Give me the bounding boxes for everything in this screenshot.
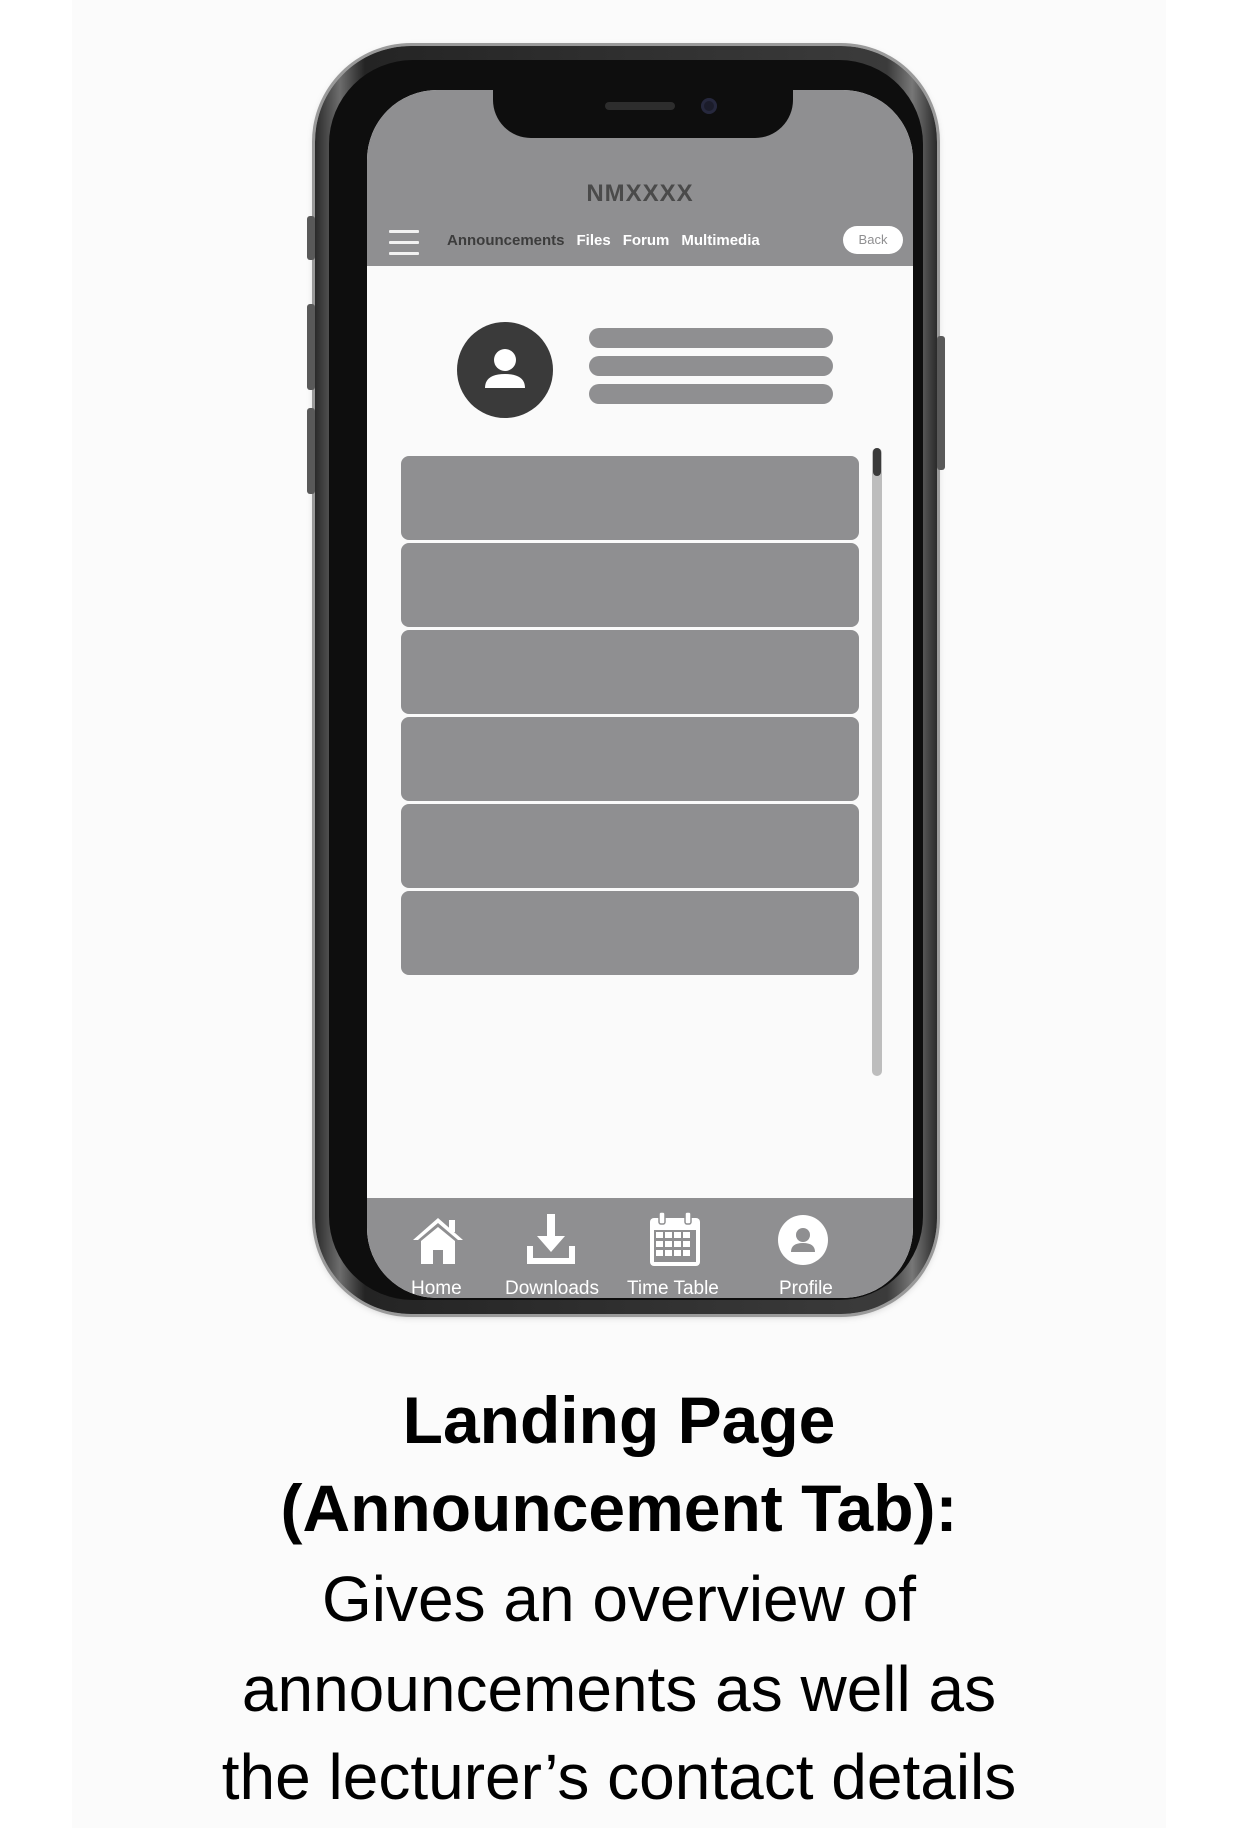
scrollbar-track[interactable] (872, 448, 882, 1076)
nav-label-home: Home (411, 1278, 462, 1298)
tab-announcements[interactable]: Announcements (447, 232, 565, 249)
nav-label-downloads: Downloads (505, 1278, 599, 1298)
volume-up-button (307, 304, 315, 390)
download-icon (527, 1214, 575, 1264)
speaker-grille (605, 102, 675, 110)
profile-icon (778, 1215, 828, 1265)
tab-forum[interactable]: Forum (623, 232, 670, 249)
caption-desc-line-2: announcements as well as (241, 1653, 997, 1725)
course-code-title: NMXXXX (586, 180, 694, 207)
announcement-card[interactable] (401, 717, 859, 801)
notch (493, 90, 793, 138)
phone-mockup: NMXXXX Announcements Files Forum Multime… (307, 46, 945, 1314)
scrollbar-thumb[interactable] (873, 448, 881, 476)
home-icon (413, 1218, 463, 1264)
tab-files[interactable]: Files (577, 232, 611, 249)
announcement-card[interactable] (401, 630, 859, 714)
contact-line-2 (589, 356, 833, 376)
back-button[interactable]: Back (843, 226, 903, 254)
tab-bar: Announcements Files Forum Multimedia (447, 232, 760, 249)
tab-multimedia[interactable]: Multimedia (681, 232, 759, 249)
lecturer-avatar (457, 322, 553, 418)
phone-bezel: NMXXXX Announcements Files Forum Multime… (329, 60, 923, 1300)
nav-label-timetable: Time Table (627, 1278, 719, 1298)
phone-screen: NMXXXX Announcements Files Forum Multime… (367, 90, 913, 1298)
user-avatar-icon (485, 349, 525, 388)
front-camera (701, 98, 717, 114)
announcement-card[interactable] (401, 804, 859, 888)
contact-line-1 (589, 328, 833, 348)
contact-line-3 (589, 384, 833, 404)
announcement-card[interactable] (401, 891, 859, 975)
caption-desc-line-1: Gives an overview of (321, 1563, 917, 1635)
hamburger-menu-icon[interactable] (389, 230, 419, 256)
nav-label-profile: Profile (779, 1278, 833, 1298)
volume-down-button (307, 408, 315, 494)
caption-title-line-1: Landing Page (402, 1383, 836, 1457)
announcement-card[interactable] (401, 543, 859, 627)
announcement-card[interactable] (401, 456, 859, 540)
power-button (937, 336, 945, 470)
caption-desc-line-3: the lecturer’s contact details (221, 1741, 1017, 1813)
calendar-icon (650, 1211, 700, 1266)
mute-switch (307, 216, 315, 260)
caption-title-line-2: (Announcement Tab): (280, 1471, 958, 1545)
